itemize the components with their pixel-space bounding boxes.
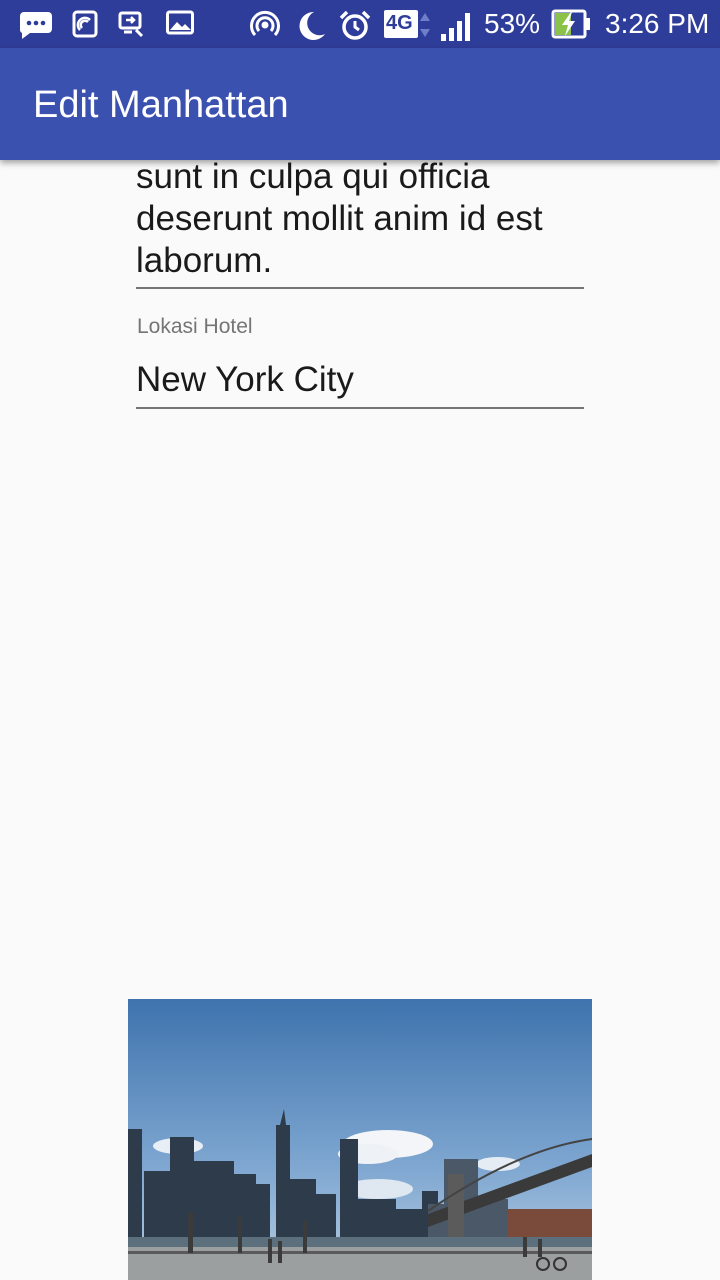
page-title: Edit Manhattan bbox=[33, 84, 289, 126]
moon-icon bbox=[299, 11, 325, 40]
skyline-photo-image bbox=[128, 999, 592, 1280]
gallery-icon bbox=[166, 10, 194, 35]
hotspot-icon bbox=[250, 11, 280, 37]
clock: 3:26 PM bbox=[605, 8, 710, 39]
signal-icon bbox=[441, 13, 470, 41]
network-4g-icon: 4G bbox=[384, 10, 418, 38]
nfc-icon bbox=[72, 10, 98, 38]
location-input[interactable] bbox=[136, 360, 584, 400]
hotel-photo[interactable] bbox=[128, 999, 592, 1280]
app-bar: Edit Manhattan bbox=[0, 48, 720, 160]
data-arrows-icon bbox=[420, 13, 430, 37]
location-underline bbox=[136, 407, 584, 409]
description-field[interactable]: sunt in culpa qui officia deserunt molli… bbox=[136, 160, 584, 282]
battery-charging-icon bbox=[551, 9, 590, 39]
description-underline bbox=[136, 287, 584, 289]
edit-form: sunt in culpa qui officia deserunt molli… bbox=[0, 160, 720, 1280]
alarm-icon bbox=[339, 10, 371, 40]
chat-icon bbox=[19, 12, 52, 39]
battery-percent: 53% bbox=[484, 8, 541, 39]
status-bar: 4G 53% 3:26 PM bbox=[0, 0, 720, 48]
screen-cast-icon bbox=[118, 11, 144, 38]
location-label: Lokasi Hotel bbox=[137, 315, 253, 338]
